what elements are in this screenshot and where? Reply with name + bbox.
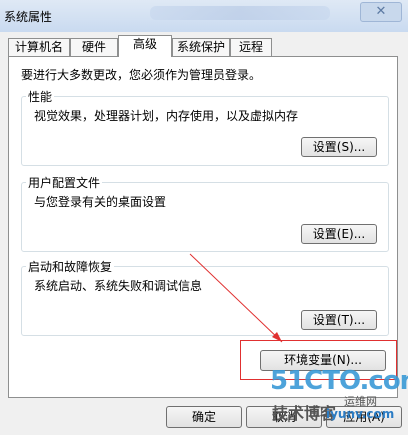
watermark-site: iyunv.com (326, 407, 395, 421)
ok-button[interactable]: 确定 (166, 406, 242, 428)
watermark-brand: 51CTO.com (270, 366, 408, 396)
tab-advanced[interactable]: 高级 (118, 35, 172, 57)
